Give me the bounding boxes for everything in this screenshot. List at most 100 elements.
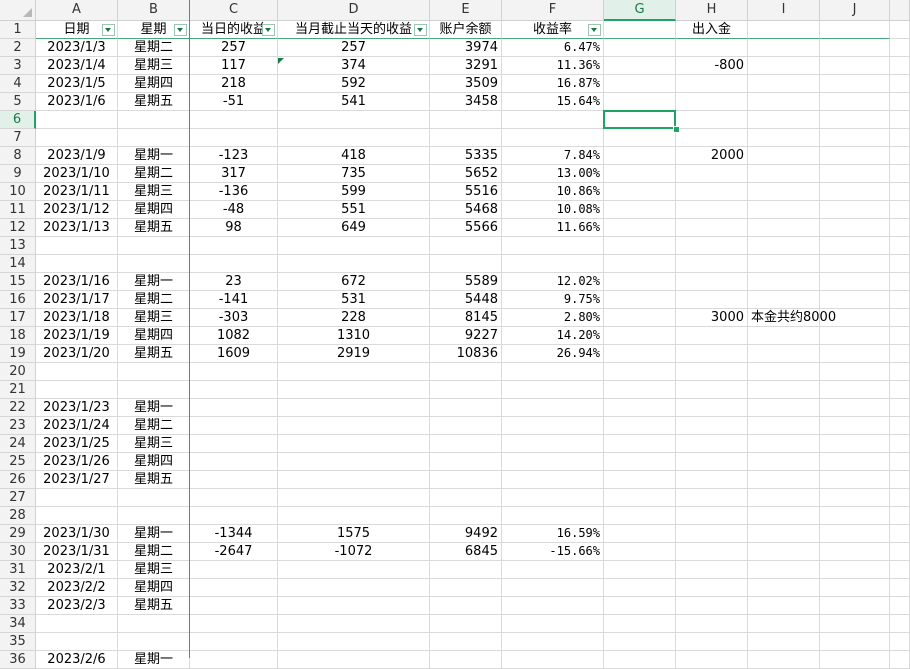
cell-c30[interactable]: -2647 [190,543,278,561]
cell-a16[interactable]: 2023/1/17 [36,291,118,309]
cell-c28[interactable] [190,507,278,525]
cell-a18[interactable]: 2023/1/19 [36,327,118,345]
cell-e19[interactable]: 10836 [430,345,502,363]
cell-j33[interactable] [820,597,890,615]
cell-d9[interactable]: 735 [278,165,430,183]
cell-f17[interactable]: 2.80% [502,309,604,327]
cell-a5[interactable]: 2023/1/6 [36,93,118,111]
cell-i3[interactable] [748,57,820,75]
cell-b5[interactable]: 星期五 [118,93,190,111]
cell-d5[interactable]: 541 [278,93,430,111]
cell-g18[interactable] [604,327,676,345]
cell-h30[interactable] [676,543,748,561]
cell-f19[interactable]: 26.94% [502,345,604,363]
cell-j13[interactable] [820,237,890,255]
row-header-9[interactable]: 9 [0,165,36,183]
cell-b13[interactable] [118,237,190,255]
cell-f16[interactable]: 9.75% [502,291,604,309]
row-header-5[interactable]: 5 [0,93,36,111]
column-header-h[interactable]: H [676,0,748,21]
cell-i32[interactable] [748,579,820,597]
cell-a25[interactable]: 2023/1/26 [36,453,118,471]
cell-a27[interactable] [36,489,118,507]
cell-h11[interactable] [676,201,748,219]
cell-b10[interactable]: 星期三 [118,183,190,201]
cell-i16[interactable] [748,291,820,309]
cell-g13[interactable] [604,237,676,255]
cell-c27[interactable] [190,489,278,507]
cell-h35[interactable] [676,633,748,651]
cell-f24[interactable] [502,435,604,453]
row-header-24[interactable]: 24 [0,435,36,453]
cell-e12[interactable]: 5566 [430,219,502,237]
cell-i14[interactable] [748,255,820,273]
cell-h5[interactable] [676,93,748,111]
cell-c9[interactable]: 317 [190,165,278,183]
cell-h13[interactable] [676,237,748,255]
header-cell-e[interactable]: 账户余额 [430,21,502,39]
cell-c35[interactable] [190,633,278,651]
column-header-i[interactable]: I [748,0,820,21]
cell-i29[interactable] [748,525,820,543]
cell-h27[interactable] [676,489,748,507]
row-header-12[interactable]: 12 [0,219,36,237]
cell-f20[interactable] [502,363,604,381]
cell-d26[interactable] [278,471,430,489]
cell-i18[interactable] [748,327,820,345]
header-cell-g[interactable] [604,21,676,39]
cell-j19[interactable] [820,345,890,363]
cell-h20[interactable] [676,363,748,381]
cell-h31[interactable] [676,561,748,579]
cell-c15[interactable]: 23 [190,273,278,291]
cell-b23[interactable]: 星期二 [118,417,190,435]
cell-h14[interactable] [676,255,748,273]
cell-b12[interactable]: 星期五 [118,219,190,237]
filter-dropdown-a-icon[interactable] [102,24,115,36]
cell-h24[interactable] [676,435,748,453]
cell-h18[interactable] [676,327,748,345]
cell-h19[interactable] [676,345,748,363]
cell-d8[interactable]: 418 [278,147,430,165]
cell-e20[interactable] [430,363,502,381]
cell-d18[interactable]: 1310 [278,327,430,345]
cell-a35[interactable] [36,633,118,651]
cell-a31[interactable]: 2023/2/1 [36,561,118,579]
cell-e32[interactable] [430,579,502,597]
cell-i27[interactable] [748,489,820,507]
cell-g22[interactable] [604,399,676,417]
cell-e6[interactable] [430,111,502,129]
cell-c36[interactable] [190,651,278,669]
cell-b25[interactable]: 星期四 [118,453,190,471]
cell-i20[interactable] [748,363,820,381]
row-header-32[interactable]: 32 [0,579,36,597]
cell-c6[interactable] [190,111,278,129]
cell-g15[interactable] [604,273,676,291]
cell-b32[interactable]: 星期四 [118,579,190,597]
cell-f3[interactable]: 11.36% [502,57,604,75]
cell-g16[interactable] [604,291,676,309]
cell-c32[interactable] [190,579,278,597]
cell-h34[interactable] [676,615,748,633]
cell-c4[interactable]: 218 [190,75,278,93]
cell-c13[interactable] [190,237,278,255]
cell-d14[interactable] [278,255,430,273]
cell-a2[interactable]: 2023/1/3 [36,39,118,57]
cell-a15[interactable]: 2023/1/16 [36,273,118,291]
cell-g2[interactable] [604,39,676,57]
cell-f29[interactable]: 16.59% [502,525,604,543]
cell-e24[interactable] [430,435,502,453]
header-cell-j[interactable] [820,21,890,39]
cell-d28[interactable] [278,507,430,525]
cell-f11[interactable]: 10.08% [502,201,604,219]
cell-f5[interactable]: 15.64% [502,93,604,111]
cell-f8[interactable]: 7.84% [502,147,604,165]
row-header-4[interactable]: 4 [0,75,36,93]
cell-f28[interactable] [502,507,604,525]
cell-b36[interactable]: 星期一 [118,651,190,669]
cell-d20[interactable] [278,363,430,381]
cell-e18[interactable]: 9227 [430,327,502,345]
cell-a4[interactable]: 2023/1/5 [36,75,118,93]
cell-d7[interactable] [278,129,430,147]
row-header-19[interactable]: 19 [0,345,36,363]
row-header-8[interactable]: 8 [0,147,36,165]
